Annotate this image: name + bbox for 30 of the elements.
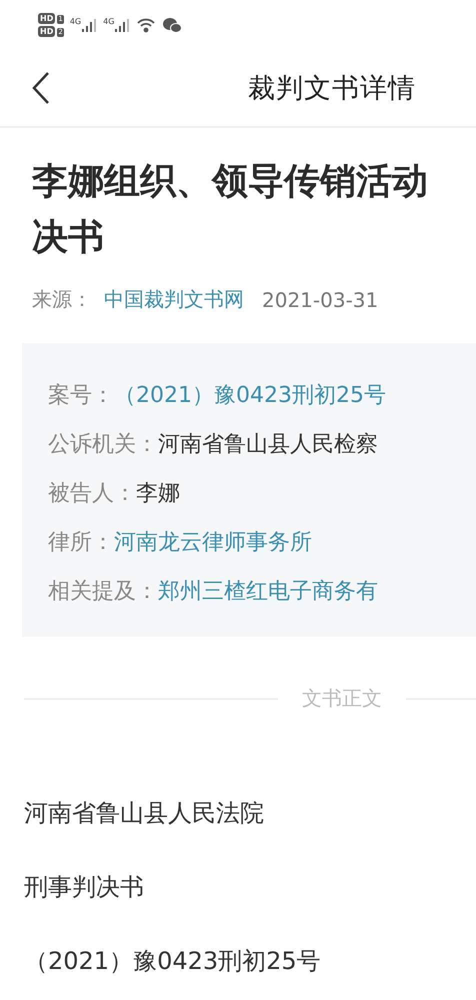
field-value: 河南省鲁山县人民检察	[158, 431, 378, 459]
field-label: 律所：	[48, 529, 114, 557]
field-label: 公诉机关：	[48, 431, 158, 459]
signal-icon	[81, 17, 98, 33]
network-type: 4G	[70, 17, 82, 26]
field-link[interactable]: 河南龙云律师事务所	[114, 518, 312, 567]
back-icon	[30, 70, 52, 106]
document-title: 决书	[32, 216, 105, 260]
network-type: 4G	[103, 17, 114, 26]
field-label: 相关提及：	[48, 578, 158, 606]
signal-icon	[114, 17, 130, 33]
page-title: 裁判文书详情	[248, 72, 416, 106]
hd-badge: HD	[38, 13, 56, 24]
field-link[interactable]: 郑州三楂红电子商务有	[158, 567, 378, 616]
wifi-icon	[136, 17, 156, 33]
field-label: 被告人：	[48, 480, 136, 508]
field-value: 李娜	[136, 480, 180, 508]
body-paragraph: 河南省鲁山县人民法院	[24, 798, 265, 829]
body-paragraph: 刑事判决书	[24, 872, 145, 903]
publish-date: 2021-03-31	[262, 288, 378, 312]
field-link[interactable]: （2021）豫0423刑初25号	[114, 371, 386, 420]
section-divider-label: 文书正文	[302, 685, 382, 712]
source-label: 来源：	[32, 286, 92, 313]
body-paragraph: （2021）豫0423刑初25号	[24, 946, 322, 977]
document-title: 李娜组织、领导传销活动	[32, 160, 429, 204]
back-button[interactable]	[30, 70, 52, 106]
source-link[interactable]: 中国裁判文书网	[104, 286, 244, 313]
chat-bubbles-icon	[162, 17, 182, 33]
hd-badge: HD	[38, 26, 56, 37]
field-label: 案号：	[48, 382, 114, 410]
